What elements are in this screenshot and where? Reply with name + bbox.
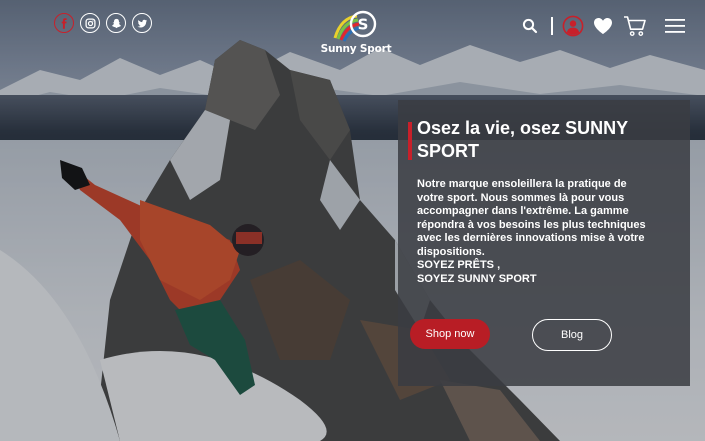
svg-text:S: S xyxy=(358,16,369,34)
blog-button[interactable]: Blog xyxy=(532,319,612,351)
facebook-icon xyxy=(61,17,67,29)
hero-headline: Osez la vie, osez SUNNY SPORT xyxy=(417,118,628,161)
menu-button[interactable] xyxy=(665,18,685,34)
hero-description: Notre marque ensoleillera la pratique de… xyxy=(417,178,682,286)
hero-description-line: accompagner dans l'extrême. La gamme xyxy=(417,205,629,217)
headline-accent-bar xyxy=(408,122,412,160)
facebook-link[interactable] xyxy=(54,13,74,33)
instagram-icon xyxy=(84,17,96,29)
heart-icon xyxy=(594,18,612,34)
hero-description-line: répondra à vos besoins les plus techniqu… xyxy=(417,218,646,231)
header-actions xyxy=(522,14,685,38)
sunny-sport-logo-icon: S xyxy=(333,10,377,42)
snapchat-icon xyxy=(111,18,121,28)
twitter-icon xyxy=(137,19,147,27)
search-button[interactable] xyxy=(522,18,538,34)
header-divider xyxy=(551,17,553,35)
hero-panel: Osez la vie, osez SUNNY SPORT Notre marq… xyxy=(398,100,690,386)
brand-logo[interactable]: S Sunny Sport xyxy=(316,8,396,56)
account-button[interactable] xyxy=(562,15,584,37)
hero-description-line: avec les dernières innovations mise à vo… xyxy=(417,232,645,244)
logo-text: Sunny Sport xyxy=(320,43,392,55)
hero-description-line: SOYEZ SUNNY SPORT xyxy=(417,272,537,285)
cart-icon xyxy=(624,16,646,36)
shop-now-button[interactable]: Shop now xyxy=(410,319,490,349)
hero-description-line: dispositions. xyxy=(417,245,485,258)
user-icon xyxy=(562,15,584,37)
instagram-link[interactable] xyxy=(80,13,100,33)
wishlist-button[interactable] xyxy=(593,17,613,35)
search-icon xyxy=(522,18,538,34)
snapchat-link[interactable] xyxy=(106,13,126,33)
hero-description-line: SOYEZ PRÊTS , xyxy=(417,259,501,271)
site-header: S Sunny Sport xyxy=(0,0,705,60)
hero-description-line: votre sport. Nous sommes là pour vous xyxy=(417,191,625,204)
cart-button[interactable] xyxy=(623,15,647,37)
hero-description-line: Notre marque ensoleillera la pratique de xyxy=(417,178,627,190)
menu-icon xyxy=(665,19,685,33)
social-links xyxy=(54,13,152,33)
twitter-link[interactable] xyxy=(132,13,152,33)
